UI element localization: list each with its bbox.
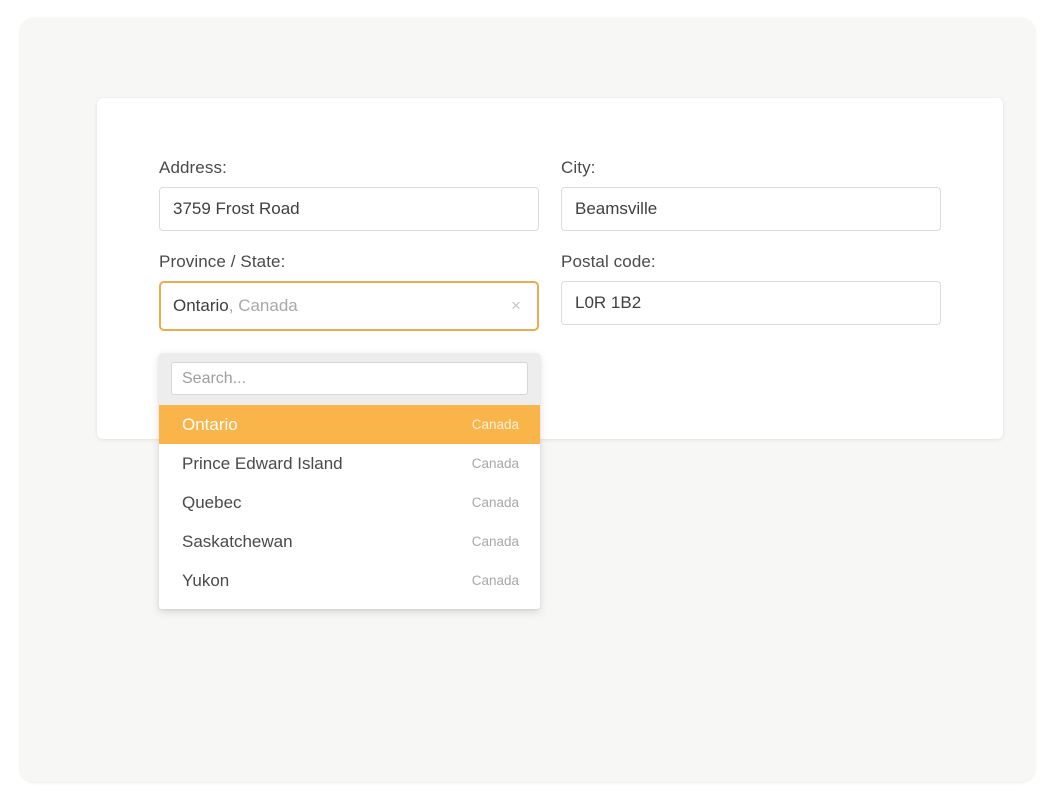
option-name: Ontario [182,414,238,434]
dropdown-option[interactable]: Yukon Canada [159,561,540,600]
postal-code-input[interactable]: L0R 1B2 [561,281,941,325]
city-input[interactable]: Beamsville [561,187,941,231]
dropdown-option[interactable]: Ontario Canada [159,405,540,444]
form-row-2: Province / State: Ontario, Canada × Post… [159,252,941,331]
address-label: Address: [159,158,227,177]
dropdown-option[interactable]: Saskatchewan Canada [159,522,540,561]
field-postal-code: Postal code: L0R 1B2 [561,252,941,331]
field-province-state: Province / State: Ontario, Canada × [159,252,539,331]
address-input[interactable]: 3759 Frost Road [159,187,539,231]
page-shell: Address: 3759 Frost Road City: Beamsvill… [20,18,1035,782]
province-state-label: Province / State: [159,252,286,271]
option-name: Yukon [182,570,230,590]
option-name: Saskatchewan [182,531,293,551]
dropdown-option[interactable]: Quebec Canada [159,483,540,522]
option-country: Canada [471,573,519,588]
form-grid: Address: 3759 Frost Road City: Beamsvill… [159,158,941,331]
form-row-1: Address: 3759 Frost Road City: Beamsvill… [159,158,941,231]
search-input[interactable] [171,362,528,395]
option-name: Prince Edward Island [182,453,343,473]
option-country: Canada [471,456,519,471]
option-name: Quebec [182,492,242,512]
option-country: Canada [471,534,519,549]
dropdown-option[interactable]: Prince Edward Island Canada [159,444,540,483]
city-label: City: [561,158,596,177]
option-country: Canada [471,417,519,432]
dropdown-option-list: Ontario Canada Prince Edward Island Canada Q… [159,405,540,600]
postal-code-label: Postal code: [561,252,656,271]
field-city: City: Beamsville [561,158,941,231]
province-state-dropdown: OntarioCanadaPrince Edward IslandCanadaQ… [159,353,540,609]
close-icon[interactable]: × [508,297,524,314]
dropdown-search-area [159,353,540,405]
option-country: Canada [471,495,519,510]
selected-country-text: , Canada [228,296,298,315]
province-state-select[interactable]: Ontario, Canada × [159,281,539,331]
field-address: Address: 3759 Frost Road [159,158,539,231]
province-state-selected-value: Ontario, Canada [173,296,298,316]
selected-region-text: Ontario [173,296,229,315]
